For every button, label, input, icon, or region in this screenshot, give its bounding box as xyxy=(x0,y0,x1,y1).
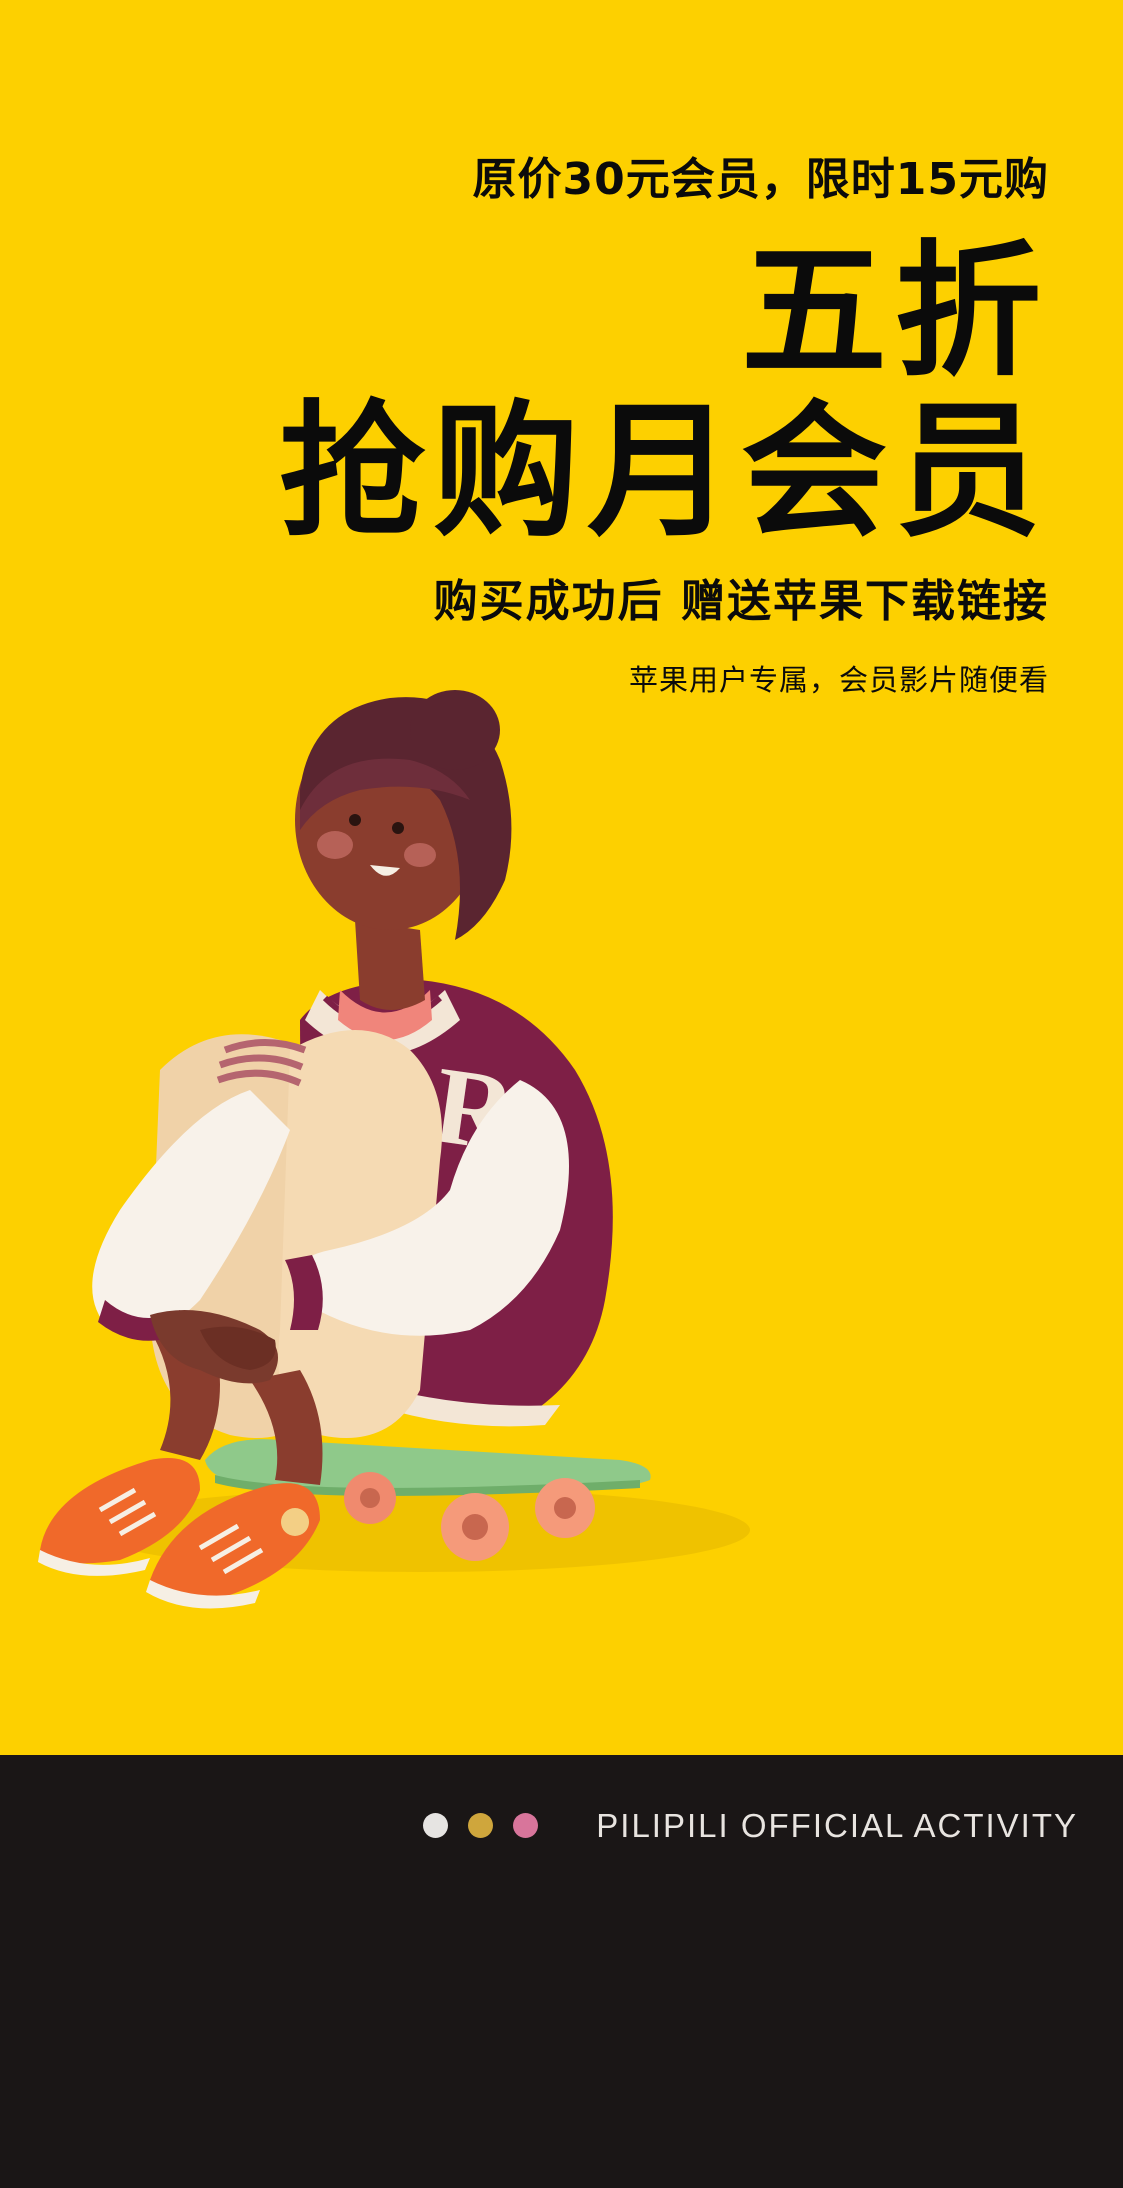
promo-text-block: 原价30元会员，限时15元购 五折 抢购月会员 购买成功后 赠送苹果下载链接 苹… xyxy=(279,150,1049,700)
dot-1 xyxy=(423,1813,448,1838)
hero-panel: 原价30元会员，限时15元购 五折 抢购月会员 购买成功后 赠送苹果下载链接 苹… xyxy=(0,0,1123,1755)
pre-headline: 原价30元会员，限时15元购 xyxy=(472,154,1049,205)
subhead: 购买成功后 赠送苹果下载链接 xyxy=(433,576,1049,627)
dot-2 xyxy=(468,1813,493,1838)
skateboard-character-illustration: R xyxy=(38,690,750,1609)
dot-3 xyxy=(513,1813,538,1838)
footer-bar: PILIPILI OFFICIAL ACTIVITY xyxy=(0,1755,1123,2188)
promo-poster: 原价30元会员，限时15元购 五折 抢购月会员 购买成功后 赠送苹果下载链接 苹… xyxy=(0,0,1123,2188)
headline: 五折 抢购月会员 xyxy=(279,232,1049,552)
indicator-dots xyxy=(423,1813,538,1838)
headline-line-1: 五折 xyxy=(741,227,1049,397)
headline-line-2: 抢购月会员 xyxy=(279,387,1049,557)
footer-label: PILIPILI OFFICIAL ACTIVITY xyxy=(596,1807,1078,1844)
